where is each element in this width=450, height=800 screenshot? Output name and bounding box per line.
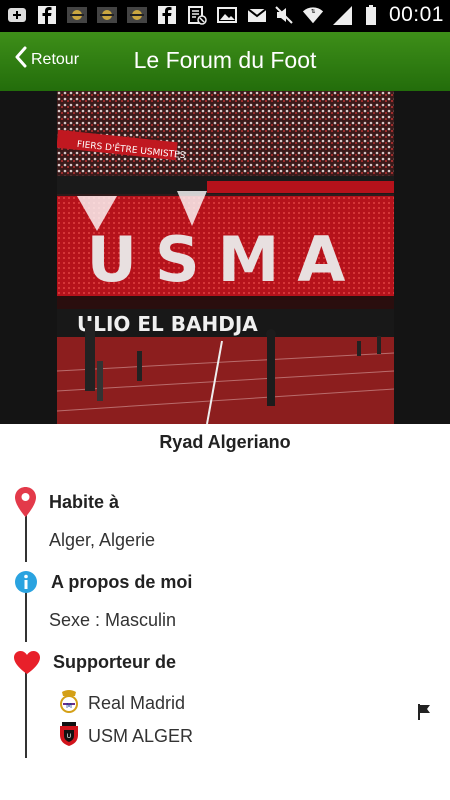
status-bar: ⇅ 00:01 xyxy=(0,0,450,32)
notification-icon xyxy=(66,4,88,26)
image-block-icon xyxy=(186,4,208,26)
app-title: Le Forum du Foot xyxy=(133,47,317,73)
add-icon xyxy=(6,4,28,26)
about-value: Sexe : Masculin xyxy=(49,610,177,630)
tifo-text: USMA xyxy=(87,223,364,296)
real-madrid-crest-icon: M xyxy=(58,688,80,719)
svg-text:M: M xyxy=(66,702,72,710)
lower-banner-text: ULIO EL BAHDJA xyxy=(77,312,258,336)
svg-text:⇅: ⇅ xyxy=(311,8,316,15)
mail-icon xyxy=(246,4,268,26)
gallery-icon xyxy=(216,4,238,26)
status-time: 00:01 xyxy=(388,3,444,26)
battery-icon xyxy=(360,4,382,26)
team-item-real-madrid[interactable]: M Real Madrid xyxy=(58,688,185,719)
section-label-location: Habite à xyxy=(49,492,120,512)
timeline-line xyxy=(25,672,27,758)
profile-cover-photo[interactable]: FIERS D'ÊTRE USMISTES USMA ULIO EL BAHDJ… xyxy=(57,91,394,424)
usm-alger-crest-icon: U xyxy=(58,721,80,752)
location-pin-icon xyxy=(14,486,37,523)
mute-icon xyxy=(273,4,295,26)
profile-name: Ryad Algeriano xyxy=(159,432,291,452)
facebook-icon xyxy=(36,4,58,26)
location-value: Alger, Algerie xyxy=(49,530,156,550)
signal-icon xyxy=(331,4,353,26)
team-name: USM ALGER xyxy=(88,726,194,746)
app-bar: Retour Le Forum du Foot xyxy=(0,32,450,91)
section-label-supporter: Supporteur de xyxy=(53,652,177,672)
timeline-line xyxy=(25,592,27,642)
notification-icon xyxy=(96,4,118,26)
section-label-about: A propos de moi xyxy=(51,572,193,592)
photo-background: FIERS D'ÊTRE USMISTES USMA ULIO EL BAHDJ… xyxy=(0,91,450,424)
wifi-icon: ⇅ xyxy=(302,4,324,26)
report-flag-icon[interactable] xyxy=(416,703,432,726)
notification-icon xyxy=(126,4,148,26)
team-name: Real Madrid xyxy=(88,693,186,713)
info-icon xyxy=(14,570,38,599)
facebook-icon xyxy=(156,4,178,26)
team-item-usm-alger[interactable]: U USM ALGER xyxy=(58,721,193,752)
svg-text:U: U xyxy=(67,733,71,740)
heart-icon xyxy=(13,650,41,680)
